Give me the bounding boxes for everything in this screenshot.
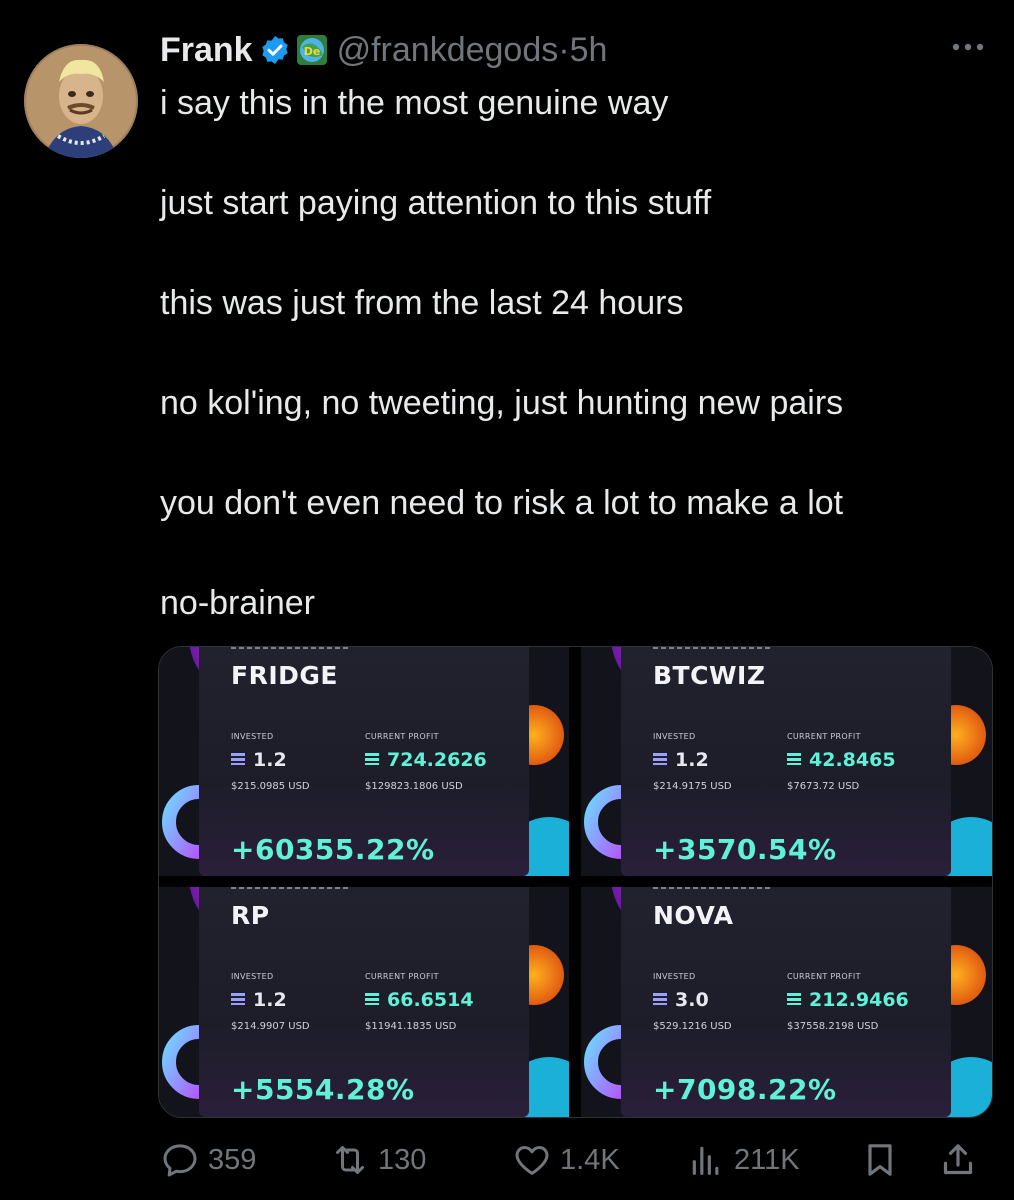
card-header-fragment (653, 647, 773, 649)
affiliate-badge-icon[interactable]: De (296, 35, 327, 65)
action-bar: 359 130 1.4K 211K (160, 1140, 990, 1180)
pnl-card-rp[interactable]: RP INVESTED CURRENT PROFIT 1.2 66.6514 $… (159, 887, 569, 1117)
pnl-card-fridge[interactable]: FRIDGE INVESTED CURRENT PROFIT 1.2 724.2… (159, 647, 569, 876)
invested-usd: $214.9175 USD (653, 781, 732, 792)
tweet-line: this was just from the last 24 hours (160, 284, 684, 322)
invested-value: 3.0 (653, 989, 709, 1011)
profit-usd: $129823.1806 USD (365, 781, 463, 792)
pnl-card-btcwiz[interactable]: BTCWIZ INVESTED CURRENT PROFIT 1.2 42.84… (581, 647, 992, 876)
profit-label: CURRENT PROFIT (787, 732, 861, 741)
solana-icon (653, 753, 667, 765)
card-header-fragment (653, 887, 773, 889)
author-name[interactable]: Frank (160, 31, 253, 70)
invested-label: INVESTED (231, 732, 274, 741)
bookmark-icon (868, 1144, 892, 1176)
profit-label: CURRENT PROFIT (365, 732, 439, 741)
author-handle[interactable]: @frankdegods·5h (337, 31, 608, 70)
solana-icon (787, 753, 801, 765)
like-count: 1.4K (560, 1143, 620, 1176)
solana-icon (365, 993, 379, 1005)
invested-usd: $215.0985 USD (231, 781, 310, 792)
invested-label: INVESTED (231, 972, 274, 981)
repost-button[interactable]: 130 (330, 1140, 426, 1180)
avatar-illustration (24, 44, 138, 158)
profit-usd: $37558.2198 USD (787, 1021, 879, 1032)
media-grid[interactable]: FRIDGE INVESTED CURRENT PROFIT 1.2 724.2… (158, 646, 993, 1118)
profit-percent: +60355.22% (231, 833, 435, 866)
tweet-line: i say this in the most genuine way (160, 84, 669, 122)
card-header-fragment (231, 647, 351, 649)
solana-icon (653, 993, 667, 1005)
svg-text:De: De (303, 45, 320, 58)
bookmark-button[interactable] (860, 1140, 908, 1180)
profit-value: 212.9466 (787, 989, 909, 1011)
profit-percent: +5554.28% (231, 1073, 415, 1106)
more-options-button[interactable] (950, 38, 986, 57)
views-button[interactable]: 211K (686, 1140, 800, 1180)
token-ticker: NOVA (653, 901, 734, 930)
profit-percent: +7098.22% (653, 1073, 837, 1106)
card-header-fragment (231, 887, 351, 889)
solana-icon (231, 993, 245, 1005)
invested-value: 1.2 (231, 749, 287, 771)
invested-value: 1.2 (653, 749, 709, 771)
invested-label: INVESTED (653, 732, 696, 741)
view-count: 211K (734, 1143, 800, 1176)
tweet-line: you don't even need to risk a lot to mak… (160, 484, 844, 522)
repost-icon (336, 1146, 364, 1174)
heart-icon (515, 1146, 549, 1175)
tweet-line: just start paying attention to this stuf… (160, 184, 712, 222)
profit-percent: +3570.54% (653, 833, 837, 866)
solana-icon (787, 993, 801, 1005)
token-ticker: BTCWIZ (653, 661, 766, 690)
more-icon (952, 43, 984, 51)
invested-usd: $214.9907 USD (231, 1021, 310, 1032)
profit-label: CURRENT PROFIT (365, 972, 439, 981)
tweet-time: 5h (569, 30, 608, 69)
tweet-header: Frank De @frankdegods·5h (160, 28, 607, 72)
profit-value: 724.2626 (365, 749, 487, 771)
profit-usd: $7673.72 USD (787, 781, 860, 792)
share-icon (943, 1144, 973, 1175)
pnl-card-nova[interactable]: NOVA INVESTED CURRENT PROFIT 3.0 212.946… (581, 887, 992, 1117)
solana-icon (231, 753, 245, 765)
reply-icon (163, 1144, 197, 1177)
profit-label: CURRENT PROFIT (787, 972, 861, 981)
repost-count: 130 (378, 1143, 427, 1176)
like-button[interactable]: 1.4K (512, 1140, 620, 1180)
profit-value: 66.6514 (365, 989, 474, 1011)
profit-value: 42.8465 (787, 749, 896, 771)
profit-usd: $11941.1835 USD (365, 1021, 457, 1032)
invested-value: 1.2 (231, 989, 287, 1011)
solana-icon (365, 753, 379, 765)
token-ticker: RP (231, 901, 270, 930)
tweet-line: no-brainer (160, 584, 315, 622)
tweet-line: no kol'ing, no tweeting, just hunting ne… (160, 384, 844, 422)
reply-button[interactable]: 359 (160, 1140, 256, 1180)
reply-count: 359 (208, 1143, 257, 1176)
invested-usd: $529.1216 USD (653, 1021, 732, 1032)
share-button[interactable] (938, 1140, 986, 1180)
tweet-text: i say this in the most genuine way just … (160, 80, 990, 626)
invested-label: INVESTED (653, 972, 696, 981)
verified-badge-icon[interactable] (259, 34, 291, 66)
views-icon (692, 1146, 719, 1175)
avatar[interactable] (24, 44, 138, 158)
token-ticker: FRIDGE (231, 661, 338, 690)
